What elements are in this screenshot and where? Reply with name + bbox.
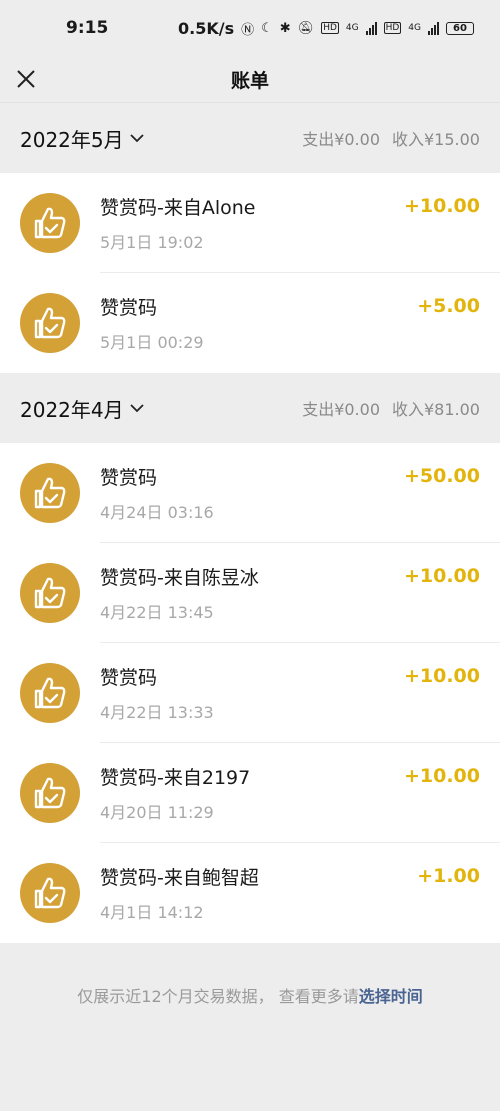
transaction-time: 5月1日 00:29	[100, 333, 204, 352]
avatar	[20, 663, 80, 723]
thumbs-up-icon	[34, 207, 66, 239]
month-label: 2022年4月	[20, 397, 124, 422]
network-type-label-2: 4G	[408, 23, 421, 33]
month-selector[interactable]: 2022年5月	[20, 124, 144, 153]
transaction-row[interactable]: 赞赏码 5月1日 00:29 +5.00	[0, 273, 500, 373]
chevron-down-icon	[129, 404, 144, 413]
transaction-time: 5月1日 19:02	[100, 233, 204, 252]
thumbs-up-icon	[34, 307, 66, 339]
transaction-amount: +10.00	[403, 765, 480, 787]
close-button[interactable]	[14, 67, 38, 91]
transaction-amount: +1.00	[417, 865, 480, 887]
network-speed: 0.5K/s	[177, 18, 235, 38]
thumbs-up-icon	[34, 477, 66, 509]
hd-icon: HD	[321, 22, 339, 34]
transaction-amount: +10.00	[403, 565, 480, 587]
footer-text: 仅展示近12个月交易数据， 查看更多请	[77, 987, 359, 1006]
avatar	[20, 763, 80, 823]
battery-level: 60	[453, 22, 467, 34]
income-total: 收入¥81.00	[392, 400, 480, 419]
expense-total: 支出¥0.00	[302, 130, 380, 149]
month-summary: 支出¥0.00 收入¥81.00	[302, 396, 480, 420]
transaction-time: 4月24日 03:16	[100, 503, 214, 522]
thumbs-up-icon	[34, 777, 66, 809]
transaction-amount: +50.00	[403, 465, 480, 487]
transaction-time: 4月22日 13:45	[100, 603, 214, 622]
transaction-list-april: 赞赏码 4月24日 03:16 +50.00 赞赏码-来自陈昱冰 4月22日 1…	[0, 443, 500, 943]
transaction-row[interactable]: 赞赏码-来自2197 4月20日 11:29 +10.00	[0, 743, 500, 843]
transaction-list-may: 赞赏码-来自Alone 5月1日 19:02 +10.00 赞赏码 5月1日 0…	[0, 173, 500, 373]
transaction-amount: +10.00	[403, 195, 480, 217]
transaction-amount: +10.00	[403, 665, 480, 687]
transaction-row[interactable]: 赞赏码 4月22日 13:33 +10.00	[0, 643, 500, 743]
thumbs-up-icon	[34, 877, 66, 909]
signal-icon-2	[428, 21, 439, 35]
status-time: 9:15	[66, 18, 109, 38]
chevron-down-icon	[129, 134, 144, 143]
month-header-may: 2022年5月 支出¥0.00 收入¥15.00	[0, 103, 500, 173]
status-icons: 0.5K/s Ⓝ ☾ ✱ 🔕︎ HD 4G HD 4G 60	[178, 19, 474, 38]
transaction-time: 4月22日 13:33	[100, 703, 214, 722]
page-title: 账单	[230, 69, 269, 92]
transaction-time: 4月20日 11:29	[100, 803, 214, 822]
transaction-row[interactable]: 赞赏码 4月24日 03:16 +50.00	[0, 443, 500, 543]
signal-icon-1	[365, 21, 377, 35]
transaction-time: 4月1日 14:12	[100, 903, 204, 922]
hd-icon-2: HD	[383, 22, 402, 34]
month-selector[interactable]: 2022年4月	[20, 394, 144, 423]
close-icon	[17, 70, 35, 88]
top-nav-bar: 账单	[0, 56, 500, 103]
month-header-april: 2022年4月 支出¥0.00 收入¥81.00	[0, 373, 500, 443]
footer-note: 仅展示近12个月交易数据， 查看更多请选择时间	[0, 943, 500, 1007]
avatar	[20, 293, 80, 353]
income-total: 收入¥15.00	[392, 130, 480, 149]
month-summary: 支出¥0.00 收入¥15.00	[302, 126, 480, 150]
moon-icon: ☾	[261, 20, 273, 36]
avatar	[20, 193, 80, 253]
avatar	[20, 463, 80, 523]
transaction-row[interactable]: 赞赏码-来自Alone 5月1日 19:02 +10.00	[0, 173, 500, 273]
nfc-icon: Ⓝ	[241, 22, 255, 38]
month-label: 2022年5月	[20, 127, 124, 152]
expense-total: 支出¥0.00	[302, 400, 380, 419]
avatar	[20, 563, 80, 623]
transaction-amount: +5.00	[417, 295, 480, 317]
battery-icon: 60	[446, 21, 474, 35]
thumbs-up-icon	[34, 577, 66, 609]
bluetooth-icon: ✱	[279, 20, 291, 36]
mute-icon: 🔕︎	[297, 20, 315, 36]
thumbs-up-icon	[34, 677, 66, 709]
transaction-row[interactable]: 赞赏码-来自鲍智超 4月1日 14:12 +1.00	[0, 843, 500, 943]
network-type-label-1: 4G	[345, 23, 359, 33]
avatar	[20, 863, 80, 923]
status-bar: 9:15 0.5K/s Ⓝ ☾ ✱ 🔕︎ HD 4G HD 4G 60	[0, 0, 500, 56]
transaction-row[interactable]: 赞赏码-来自陈昱冰 4月22日 13:45 +10.00	[0, 543, 500, 643]
select-time-link[interactable]: 选择时间	[359, 987, 423, 1006]
